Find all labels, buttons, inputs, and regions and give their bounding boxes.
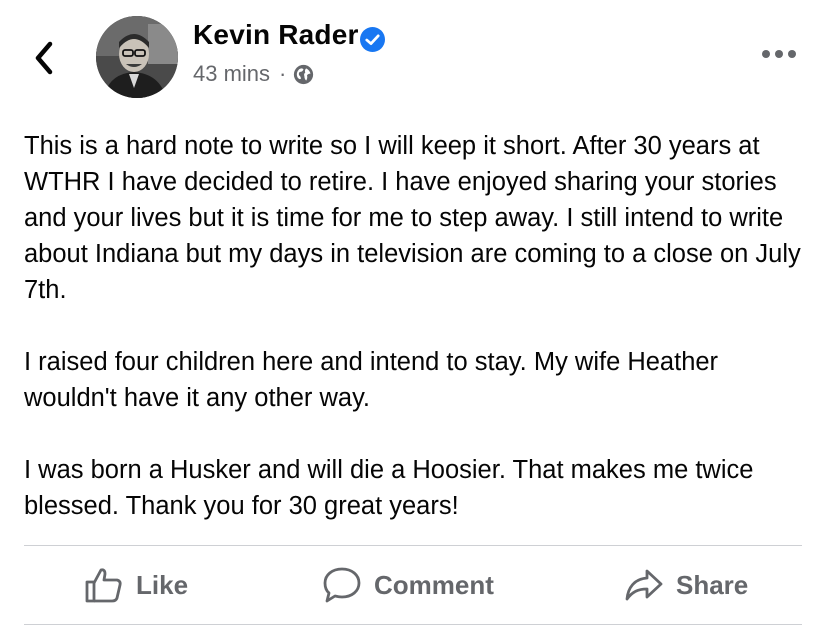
profile-photo <box>96 16 178 98</box>
share-label: Share <box>676 569 749 600</box>
post-text: This is a hard note to write so I will k… <box>24 128 814 560</box>
comment-bubble-icon <box>323 567 361 603</box>
verified-badge-icon <box>360 27 385 52</box>
thumbs-up-icon <box>85 568 122 603</box>
more-dots-icon <box>762 50 796 58</box>
like-button[interactable]: Like <box>84 560 188 610</box>
post-meta: 43 mins · <box>193 61 314 87</box>
chevron-left-icon <box>35 41 53 75</box>
comment-button[interactable]: Comment <box>322 560 494 610</box>
globe-icon[interactable] <box>293 64 314 85</box>
bottom-divider <box>24 624 802 625</box>
post-paragraph-1: This is a hard note to write so I will k… <box>24 132 801 304</box>
author-name[interactable]: Kevin Rader <box>193 19 359 51</box>
comment-label: Comment <box>374 569 494 600</box>
like-label: Like <box>136 569 189 600</box>
share-button[interactable]: Share <box>624 560 748 610</box>
meta-separator: · <box>279 61 287 86</box>
post-paragraph-2: I raised four children here and intend t… <box>24 348 719 412</box>
post-timestamp[interactable]: 43 mins <box>193 61 270 87</box>
back-button[interactable] <box>28 38 64 78</box>
share-arrow-icon <box>625 569 663 601</box>
top-divider <box>24 545 802 546</box>
more-options-button[interactable] <box>760 46 798 62</box>
post-paragraph-3: I was born a Husker and will die a Hoosi… <box>24 456 754 520</box>
avatar[interactable] <box>96 16 178 98</box>
